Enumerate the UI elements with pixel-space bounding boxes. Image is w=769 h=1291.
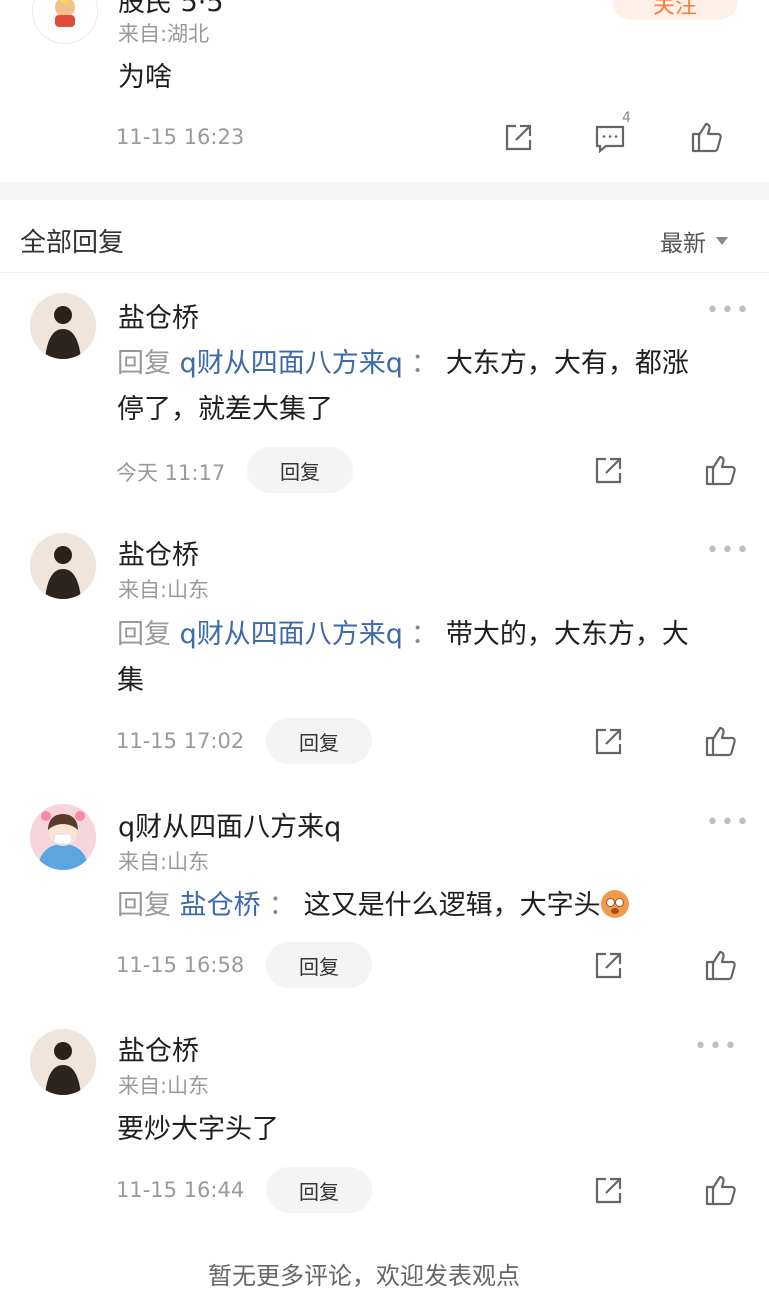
comment-author[interactable]: 盐仓桥 <box>118 296 199 335</box>
more-icon[interactable]: ••• <box>706 298 751 323</box>
like-icon[interactable] <box>704 1173 738 1207</box>
mention-link[interactable]: q财从四面八方来q <box>180 619 403 650</box>
reply-prefix: 回复 <box>117 348 171 379</box>
colon: ： <box>268 890 296 921</box>
more-icon[interactable]: ••• <box>706 810 751 835</box>
comment-location: 来自:山东 <box>118 850 210 874</box>
follow-button[interactable]: 关注 <box>612 0 738 20</box>
comment-time: 今天 11:17 <box>116 461 226 485</box>
comment-location: 来自:山东 <box>118 578 210 602</box>
reply-button[interactable]: 回复 <box>266 942 372 988</box>
comment-text: 回复 盐仓桥：这又是什么逻辑，大字头 <box>117 883 737 929</box>
section-title: 全部回复 <box>20 228 125 258</box>
like-icon[interactable] <box>704 453 738 487</box>
more-icon[interactable]: ••• <box>706 538 751 563</box>
reply-button[interactable]: 回复 <box>266 718 372 764</box>
share-icon[interactable] <box>592 950 624 982</box>
comment-count: 4 <box>622 110 631 126</box>
comment-time: 11-15 16:44 <box>116 1178 245 1202</box>
reply-prefix: 回复 <box>117 619 171 650</box>
reply-button-label: 回复 <box>299 954 339 979</box>
more-icon[interactable]: ••• <box>694 1034 739 1059</box>
share-icon[interactable] <box>502 122 534 154</box>
reply-button[interactable]: 回复 <box>247 447 353 493</box>
comment-line: 要炒大字头了 <box>117 1114 279 1145</box>
share-icon[interactable] <box>592 726 624 758</box>
author-name[interactable]: 股民 5·5 <box>118 0 224 19</box>
comment-text: 回复 q财从四面八方来q：带大的，大东方，大 集 <box>117 612 737 704</box>
avatar[interactable] <box>32 0 98 44</box>
divider <box>0 272 769 273</box>
mention-link[interactable]: q财从四面八方来q <box>180 348 403 379</box>
like-icon[interactable] <box>704 724 738 758</box>
sort-label: 最新 <box>660 231 706 257</box>
comment-text: 要炒大字头了 <box>117 1107 737 1153</box>
reply-prefix: 回复 <box>117 890 171 921</box>
reply-button-label: 回复 <box>299 730 339 755</box>
follow-label: 关注 <box>652 0 697 19</box>
post-time: 11-15 16:23 <box>116 125 245 149</box>
reply-button-label: 回复 <box>280 459 320 484</box>
comment-line: 集 <box>117 665 144 696</box>
section-divider <box>0 182 769 200</box>
chevron-down-icon <box>716 237 728 245</box>
colon: ： <box>410 348 438 379</box>
flushed-emoji-icon <box>600 890 629 918</box>
reply-button-label: 回复 <box>299 1179 339 1204</box>
comment-author[interactable]: 盐仓桥 <box>118 533 199 572</box>
comment-author[interactable]: q财从四面八方来q <box>118 805 341 844</box>
comment-icon[interactable] <box>594 122 626 154</box>
like-icon[interactable] <box>690 120 724 154</box>
comment-author[interactable]: 盐仓桥 <box>118 1029 199 1068</box>
share-icon[interactable] <box>592 1175 624 1207</box>
sort-dropdown[interactable]: 最新 <box>660 224 728 258</box>
comment-location: 来自:山东 <box>118 1074 210 1098</box>
colon: ： <box>410 619 438 650</box>
mention-link[interactable]: 盐仓桥 <box>180 890 261 921</box>
avatar[interactable] <box>30 1029 96 1095</box>
avatar[interactable] <box>30 533 96 599</box>
end-of-list-text: 暂无更多评论，欢迎发表观点 <box>208 1262 520 1290</box>
post-content: 为啥 <box>118 62 172 93</box>
like-icon[interactable] <box>704 948 738 982</box>
comment-line: 停了，就差大集了 <box>117 394 333 425</box>
reply-button[interactable]: 回复 <box>266 1167 372 1213</box>
avatar[interactable] <box>30 293 96 359</box>
comment-line: 这又是什么逻辑，大字头 <box>303 890 601 921</box>
comment-line: 大东方，大有，都涨 <box>445 348 689 379</box>
share-icon[interactable] <box>592 455 624 487</box>
avatar[interactable] <box>30 804 96 870</box>
comment-text: 回复 q财从四面八方来q：大东方，大有，都涨 停了，就差大集了 <box>117 341 737 433</box>
comment-time: 11-15 17:02 <box>116 729 245 753</box>
comment-line: 带大的，大东方，大 <box>445 619 689 650</box>
comment-time: 11-15 16:58 <box>116 953 245 977</box>
author-location: 来自:湖北 <box>118 22 210 46</box>
